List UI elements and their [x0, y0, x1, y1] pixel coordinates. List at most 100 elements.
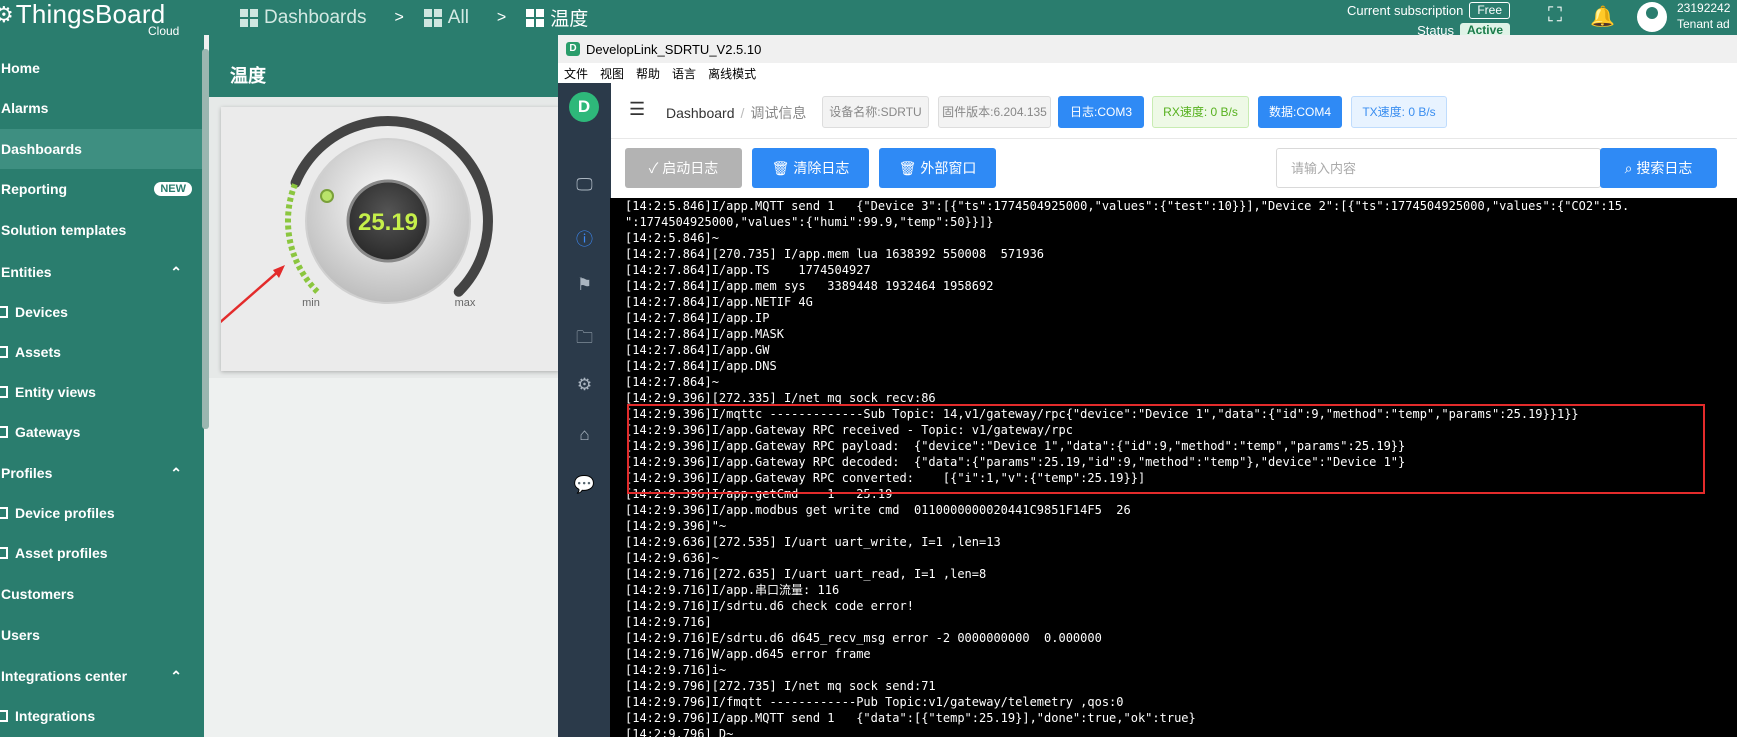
data-port-chip[interactable]: 数据:COM4 — [1258, 96, 1342, 128]
log-line: ":1774504925000,"values":{"humi":99.9,"t… — [625, 215, 994, 229]
menu-view[interactable]: 视图 — [600, 65, 624, 82]
log-line: [14:2:5.846]I/app.MQTT send 1 {"Device 3… — [625, 199, 1630, 213]
menu-help[interactable]: 帮助 — [636, 65, 660, 82]
icon-rail: D 🖵 ⓘ ⚑ 🗀 ⚙ ⌂ 💬 — [558, 83, 611, 737]
flag-icon[interactable]: ⚑ — [558, 275, 611, 295]
device-name-chip: 设备名称:SDRTU — [822, 96, 929, 128]
firmware-chip: 固件版本:6.204.135 — [938, 96, 1051, 128]
sidebar-item-entity-views[interactable]: Entity views — [0, 372, 204, 412]
dashboard-icon — [526, 8, 545, 27]
thingsboard-logo[interactable]: ⚙ ThingsBoard Cloud — [0, 0, 179, 38]
log-line: [14:2:7.864]~ — [625, 375, 719, 389]
log-line: [14:2:9.796][272.735] I/net mq sock send… — [625, 679, 936, 693]
search-input[interactable] — [1276, 148, 1601, 188]
sidebar-item-home[interactable]: Home — [0, 48, 204, 88]
log-line: [14:2:9.636][272.535] I/uart uart_write,… — [625, 535, 1001, 549]
dashboard-title: 温度 — [230, 66, 266, 86]
user-role: Tenant ad — [1677, 17, 1730, 31]
settings-icon[interactable]: ⚙ — [558, 375, 611, 395]
log-line: [14:2:9.636]~ — [625, 551, 719, 565]
sidebar-item-assets[interactable]: Assets — [0, 332, 204, 372]
log-line: [14:2:9.396]"~ — [625, 519, 727, 533]
subscription-label: Current subscription — [1346, 2, 1464, 18]
crumb-all[interactable]: All — [423, 7, 469, 29]
entity-views-icon — [0, 386, 8, 398]
log-line: [14:2:9.716]E/sdrtu.d6 d645_recv_msg err… — [625, 631, 1102, 645]
notifications-bell-icon[interactable]: 🔔 — [1590, 4, 1615, 29]
sidebar-item-solution-templates[interactable]: Solution templates — [0, 210, 204, 250]
gauge-max-label: max — [455, 297, 476, 309]
dashboard-background — [209, 378, 559, 737]
log-line: [14:2:7.864]I/app.NETIF 4G — [625, 295, 813, 309]
log-port-chip[interactable]: 日志:COM3 — [1058, 96, 1144, 128]
developlink-logo-icon: D — [569, 92, 599, 122]
sidebar-item-integrations[interactable]: Integrations — [0, 696, 204, 736]
logo-gear-icon: ⚙ — [0, 2, 14, 27]
home-icon[interactable]: ⌂ — [558, 425, 611, 445]
monitor-icon[interactable]: 🖵 — [558, 175, 611, 195]
gauge-svg: 25.19 min max — [221, 116, 493, 324]
breadcrumb-current: 调试信息 — [750, 105, 807, 121]
fullscreen-icon[interactable]: ⛶ — [1548, 4, 1562, 29]
breadcrumb: Dashboard / 调试信息 — [666, 105, 807, 121]
menu-language[interactable]: 语言 — [672, 65, 696, 82]
chevron-up-icon: ⌃ — [170, 263, 182, 280]
sidebar-item-alarms[interactable]: Alarms — [0, 88, 204, 128]
external-window-button[interactable]: 🗑 外部窗口 — [879, 148, 996, 188]
subscription-info: Current subscription Free Status Active — [1330, 0, 1510, 40]
sidebar-item-users[interactable]: Users — [0, 615, 204, 655]
highlight-box — [627, 404, 1705, 494]
chevron-up-icon: ⌃ — [170, 667, 182, 684]
log-line: [14:2:9.396]I/app.modbus get write cmd 0… — [625, 503, 1131, 517]
gauge-widget[interactable]: 25.19 min max — [221, 107, 559, 371]
asset-profiles-icon — [0, 547, 8, 559]
log-line: [14:2:9.716]I/app.串口流量: 116 — [625, 583, 840, 597]
log-line: [14:2:9.716]I/sdrtu.d6 check code error! — [625, 599, 914, 613]
devices-icon — [0, 306, 8, 318]
clear-log-button[interactable]: 🗑 清除日志 — [752, 148, 869, 188]
top-bar: ⚙ ThingsBoard Cloud Dashboards > All > 温… — [0, 0, 1737, 38]
log-line: [14:2:9.716] — [625, 615, 712, 629]
chat-icon[interactable]: 💬 — [558, 475, 611, 495]
sidebar-item-device-profiles[interactable]: Device profiles — [0, 493, 204, 533]
log-line: [14:2:7.864]I/app.IP — [625, 311, 770, 325]
folder-icon[interactable]: 🗀 — [558, 325, 611, 354]
menu-file[interactable]: 文件 — [564, 65, 588, 82]
sidebar-item-devices[interactable]: Devices — [0, 292, 204, 332]
info-icon[interactable]: ⓘ — [558, 225, 611, 250]
sidebar-scrollbar[interactable] — [202, 49, 209, 429]
device-profiles-icon — [0, 507, 8, 519]
search-log-button[interactable]: ⌕ 搜索日志 — [1600, 148, 1717, 188]
content-header: ☰ Dashboard / 调试信息 设备名称:SDRTU 固件版本:6.204.1… — [611, 83, 1737, 139]
log-line: [14:2:9.716][272.635] I/uart uart_read, … — [625, 567, 987, 581]
window-titlebar[interactable]: D DevelopLink_SDRTU_V2.5.10 — [558, 35, 1737, 63]
user-menu[interactable]: 23192242 Tenant ad — [1637, 0, 1730, 32]
crumb-separator: > — [496, 8, 507, 26]
sidebar-item-reporting[interactable]: Reporting NEW — [0, 169, 204, 209]
chevron-up-icon: ⌃ — [170, 464, 182, 481]
tx-speed-chip: TX速度: 0 B/s — [1351, 96, 1447, 128]
start-log-button[interactable]: ✓ 启动日志 — [625, 148, 742, 188]
log-line: [14:2:9.796] D~ — [625, 727, 734, 737]
sidebar-item-entities[interactable]: Entities ⌃ — [0, 252, 204, 292]
menu-offline-mode[interactable]: 离线模式 — [708, 65, 756, 82]
sidebar-item-integrations-center[interactable]: Integrations center ⌃ — [0, 656, 204, 696]
plan-badge[interactable]: Free — [1469, 1, 1510, 19]
assets-icon — [0, 346, 8, 358]
logo-text: ThingsBoard — [15, 0, 166, 29]
log-line: [14:2:7.864]I/app.DNS — [625, 359, 777, 373]
avatar[interactable] — [1637, 2, 1667, 32]
sidebar-item-profiles[interactable]: Profiles ⌃ — [0, 453, 204, 493]
menu-toggle-icon[interactable]: ☰ — [629, 99, 645, 120]
log-line: [14:2:7.864][270.735] I/app.mem lua 1638… — [625, 247, 1045, 261]
sidebar-item-asset-profiles[interactable]: Asset profiles — [0, 533, 204, 573]
annotation-arrow — [221, 268, 282, 324]
sidebar-item-dashboards[interactable]: Dashboards — [0, 129, 204, 169]
breadcrumb-root[interactable]: Dashboard — [666, 105, 735, 121]
dashboards-icon — [240, 8, 258, 27]
log-line: [14:2:9.716]W/app.d645 error frame — [625, 647, 871, 661]
sidebar-item-customers[interactable]: Customers — [0, 574, 204, 614]
sidebar: Home Alarms Dashboards Reporting NEW Solu… — [0, 35, 204, 737]
crumb-dashboards[interactable]: Dashboards — [240, 7, 366, 29]
sidebar-item-gateways[interactable]: Gateways — [0, 412, 204, 452]
